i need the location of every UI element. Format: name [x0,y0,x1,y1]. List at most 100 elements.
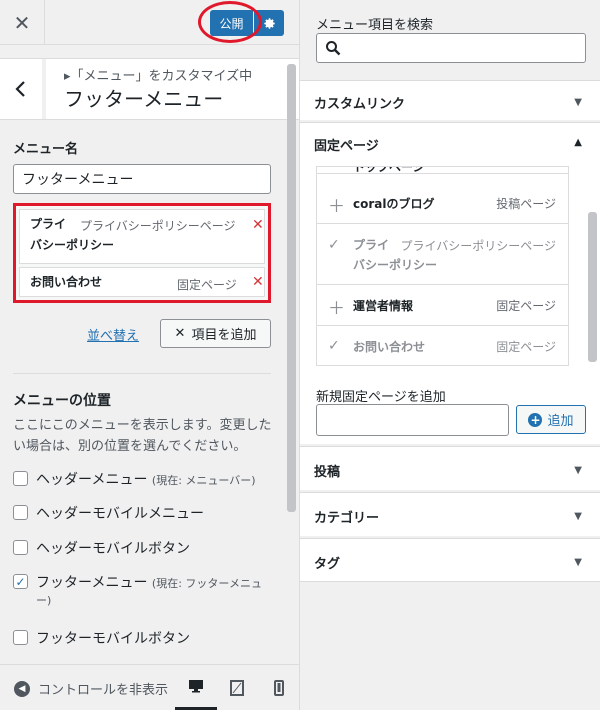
page-type: 固定ページ [496,340,556,354]
reorder-link[interactable]: 並べ替え [87,325,139,344]
new-page-label: 新規固定ページを追加 [316,390,446,405]
add-page-label: 追加 [547,414,574,429]
page-type: 投稿ページ [496,197,556,211]
desktop-icon [189,680,203,693]
checkbox[interactable] [13,505,28,520]
breadcrumb: ▸「メニュー」をカスタマイズ中 [64,69,253,84]
menu-name-label: メニュー名 [13,142,79,157]
back-button[interactable] [0,59,46,119]
publish-settings-button[interactable] [254,10,284,36]
menu-item-type: プライバシーポリシーページ [80,219,236,233]
list-item: ✓ お問い合わせ 固定ページ [317,326,568,365]
customizer-topbar: ✕ 公開 [0,0,299,45]
customizer-footer: ◀ コントロールを非表示 [0,664,299,710]
list-item[interactable]: トップページ [317,166,568,174]
chevron-left-icon [15,81,25,97]
add-page-button[interactable]: + 追加 [516,405,586,434]
delete-icon[interactable]: ✕ [252,274,264,290]
add-item-label: 項目を追加 [191,328,257,343]
menu-item-title-cont: バシーポリシー [30,238,115,252]
collapse-icon: ◀ [14,680,30,697]
desktop-preview-button[interactable] [175,665,217,710]
accordion-categories[interactable]: カテゴリー ▼ [300,492,600,536]
pages-scrollbar-thumb[interactable] [588,212,597,362]
available-menu-items-panel: メニュー項目を検索 カスタムリンク ▼ 固定ページ ▲ トップページ ＋ cor… [300,0,600,710]
check-icon: ✓ [328,237,340,253]
search-input[interactable] [316,33,586,63]
location-label: ヘッダーモバイルメニュー [36,506,204,522]
section-header: ▸「メニュー」をカスタマイズ中 フッターメニュー [0,58,299,120]
close-icon[interactable]: ✕ [0,0,45,45]
menu-item-type: 固定ページ [177,278,237,292]
menu-location-description: ここにこのメニューを表示します。変更したい場合は、別の位置を選んでください。 [13,418,272,454]
menu-location-heading: メニューの位置 [13,393,111,409]
location-option-footer-menu[interactable]: ✓ フッターメニュー (現在: フッターメニュ ー) [13,572,276,608]
page-title-item: 運営者情報 [353,299,414,313]
list-item: ✓ プライ バシーポリシー プライバシーポリシーページ [317,224,568,285]
menu-item[interactable]: プライ バシーポリシー プライバシーポリシーページ ✕ [19,209,265,264]
location-note: (現在: メニューバー) [151,474,256,487]
add-item-button[interactable]: ✕ 項目を追加 [160,319,271,348]
gear-icon [263,17,275,29]
location-label: ヘッダーメニュー [36,472,148,488]
page-title-item: お問い合わせ [353,340,426,354]
location-note-cont: ー) [36,594,52,607]
menu-item-title: プライ [30,217,67,231]
new-page-input[interactable] [316,404,509,436]
location-option-header-mobile-button[interactable]: ヘッダーモバイルボタン [13,538,190,558]
page-title: フッターメニュー [64,87,224,111]
page-title-item: プライ [353,238,390,252]
page-title-item: coralのブログ [353,197,435,211]
plus-icon: ＋ [328,197,345,217]
search-icon [326,41,341,56]
checkbox[interactable] [13,540,28,555]
accordion-tags[interactable]: タグ ▼ [300,538,600,582]
close-icon: ✕ [174,326,186,341]
accordion-title: タグ [314,557,341,572]
chevron-down-icon: ▼ [574,557,582,568]
publish-button[interactable]: 公開 [210,10,253,36]
search-label: メニュー項目を検索 [316,18,434,33]
menu-item-title: お問い合わせ [30,275,103,289]
mobile-icon [274,680,284,696]
pages-list: トップページ ＋ coralのブログ 投稿ページ ✓ プライ バシーポリシー プ… [316,166,569,366]
accordion-title[interactable]: 固定ページ [314,135,379,154]
chevron-down-icon: ▼ [574,511,582,522]
list-item[interactable]: ＋ coralのブログ 投稿ページ [317,183,568,224]
checkbox-checked[interactable]: ✓ [13,574,28,589]
menu-name-input[interactable]: フッターメニュー [13,164,271,194]
tablet-icon [230,680,244,696]
accordion-title: カスタムリンク [314,97,406,112]
customizer: ✕ 公開 ▸「メニュー」をカスタマイズ中 フッターメニュー メニュー名 フッター… [0,0,600,710]
menu-item[interactable]: お問い合わせ 固定ページ ✕ [19,267,265,297]
chevron-up-icon[interactable]: ▲ [574,137,582,148]
customizer-sidebar: ✕ 公開 ▸「メニュー」をカスタマイズ中 フッターメニュー メニュー名 フッター… [0,0,300,710]
chevron-down-icon: ▼ [574,465,582,476]
location-option-header-menu[interactable]: ヘッダーメニュー (現在: メニューバー) [13,469,256,489]
menu-items-list: プライ バシーポリシー プライバシーポリシーページ ✕ お問い合わせ 固定ページ… [13,203,271,303]
accordion-title: 投稿 [314,465,341,480]
accordion-custom-link[interactable]: カスタムリンク ▼ [300,80,600,120]
delete-icon[interactable]: ✕ [252,217,264,233]
page-type: 固定ページ [496,299,556,313]
hide-controls-label: コントロールを非表示 [38,683,169,698]
chevron-down-icon: ▼ [574,97,582,108]
page-type: プライバシーポリシーページ [400,239,556,253]
location-option-footer-mobile-button[interactable]: フッターモバイルボタン [13,628,190,648]
checkbox[interactable] [13,630,28,645]
list-item[interactable]: ＋ 運営者情報 固定ページ [317,285,568,326]
accordion-posts[interactable]: 投稿 ▼ [300,446,600,490]
hide-controls-button[interactable]: ◀ コントロールを非表示 [14,679,168,698]
page-title-item-cont: バシーポリシー [353,258,438,272]
mobile-preview-button[interactable] [258,665,299,710]
page-title-item: トップページ [353,166,425,174]
location-option-header-mobile-menu[interactable]: ヘッダーモバイルメニュー [13,503,204,523]
scrollbar-thumb[interactable] [287,64,296,512]
checkbox[interactable] [13,471,28,486]
location-label: ヘッダーモバイルボタン [36,541,190,557]
location-label: フッターモバイルボタン [36,631,190,647]
check-icon: ✓ [328,338,340,354]
tablet-preview-button[interactable] [216,665,258,710]
accordion-title: カテゴリー [314,511,380,526]
plus-icon: ＋ [328,299,345,319]
